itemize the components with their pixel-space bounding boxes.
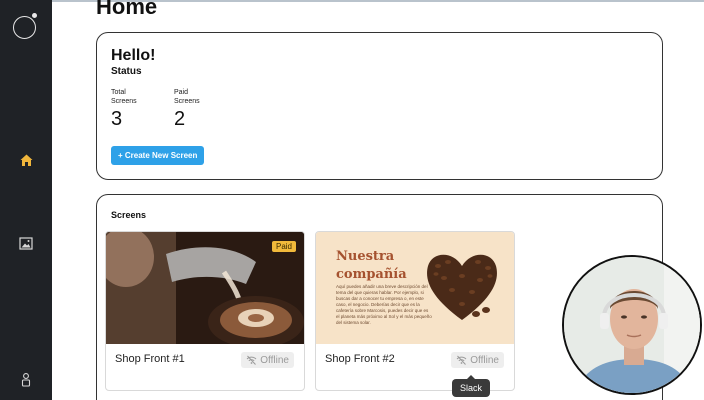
preview-heading-line: Nuestra [336,249,395,264]
sidebar [0,0,52,400]
status-badge: Offline [241,352,294,368]
screens-heading: Screens [111,210,147,220]
preview-heading-line: compañía [336,267,407,282]
logo-icon[interactable] [13,16,36,39]
paid-badge: Paid [271,241,296,252]
stat-label: Total Screens [111,89,137,105]
status-text: Offline [260,354,289,366]
user-icon[interactable] [0,369,52,389]
status-card: Hello! Status Total Screens 3 Paid Scree… [96,32,663,180]
screen-preview-image: Paid [106,232,304,344]
stat-value: 2 [174,108,186,130]
stat-total-screens: Total Screens 3 [111,88,151,131]
stat-value: 3 [111,108,123,130]
status-badge: Offline [451,352,504,368]
screen-preview-image: Nuestra compañía Aquí puedes añadir una … [316,232,514,344]
stat-label: Paid Screens [174,89,200,105]
coffee-heart-graphic [427,254,497,320]
status-heading: Status [111,66,142,77]
logo-dot [32,13,37,18]
preview-body-text: Aquí puedes añadir una breve descripción… [336,284,432,325]
preview-heading: Nuestra compañía [336,248,407,284]
create-new-screen-button[interactable]: + Create New Screen [111,146,205,165]
image-icon[interactable] [0,233,52,253]
wifi-off-icon [246,355,257,365]
screen-tile[interactable]: Nuestra compañía Aquí puedes añadir una … [315,231,515,391]
screen-name: Shop Front #1 [115,353,185,365]
wifi-off-icon [456,355,467,365]
webcam-overlay [562,255,702,395]
status-text: Offline [470,354,499,366]
slack-tooltip: Slack [452,375,491,397]
screen-name: Shop Front #2 [325,353,395,365]
screen-tile[interactable]: Paid Shop Front #1 Offline [105,231,305,391]
page-title: Home [96,0,158,19]
home-icon[interactable] [0,150,52,170]
greeting: Hello! [111,47,156,64]
stat-paid-screens: Paid Screens 2 [174,88,214,131]
